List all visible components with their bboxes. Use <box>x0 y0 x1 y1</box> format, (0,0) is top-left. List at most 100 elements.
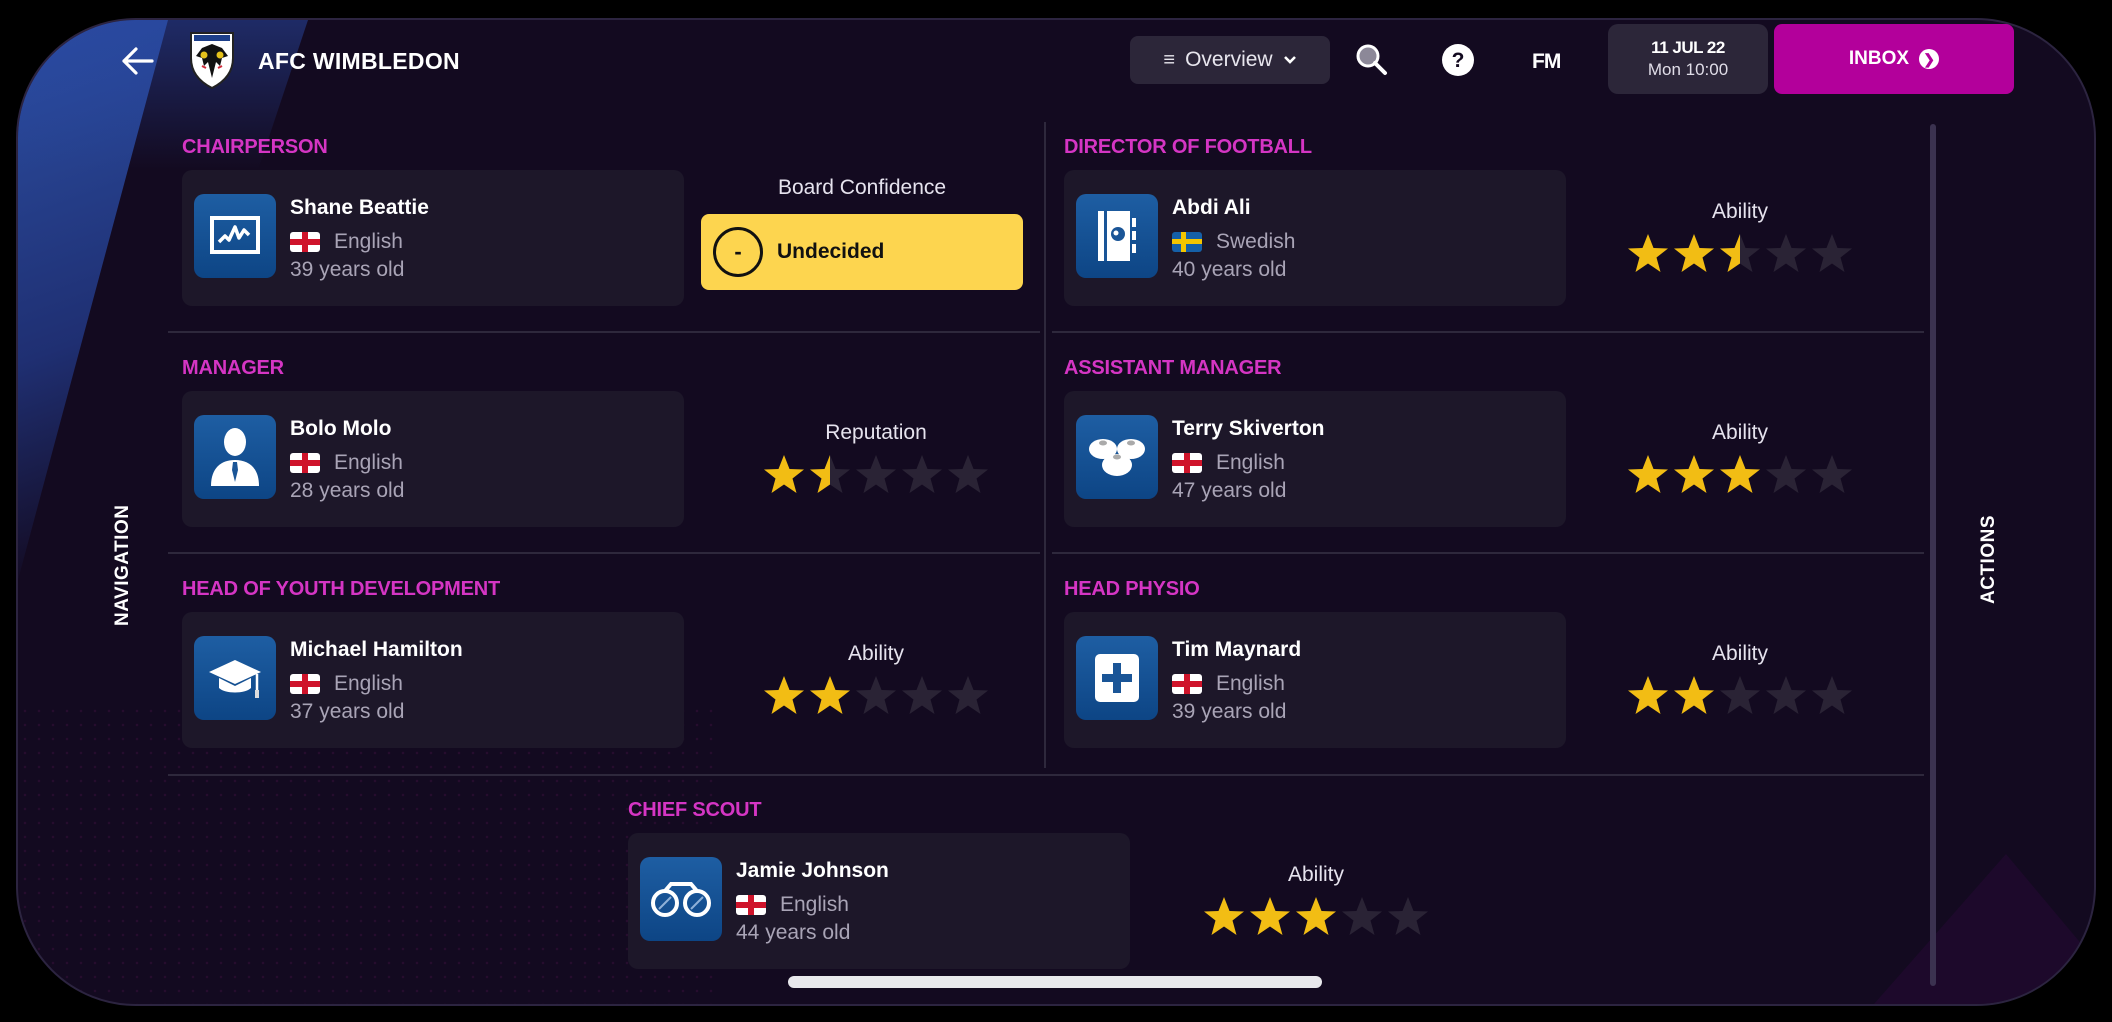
staff-name[interactable]: Abdi Ali <box>1172 196 1251 220</box>
manager-silhouette-icon <box>194 415 276 499</box>
staff-nationality: Swedish <box>1172 230 1295 254</box>
graduation-cap-icon <box>194 636 276 720</box>
training-cones-icon <box>1076 415 1158 499</box>
star-filled-icon <box>1674 234 1714 272</box>
star-rating <box>762 453 990 497</box>
staff-age: 39 years old <box>1172 700 1287 723</box>
star-empty-icon <box>948 676 988 714</box>
search-button[interactable] <box>1352 40 1392 80</box>
menu-icon: ≡ <box>1163 48 1176 71</box>
nationality-label: English <box>334 672 403 695</box>
star-filled-icon <box>764 676 804 714</box>
england-flag-icon <box>290 674 320 694</box>
england-flag-icon <box>290 453 320 473</box>
inbox-label: INBOX <box>1848 48 1910 69</box>
staff-section-chief-scout: CHIEF SCOUT Jamie Johnson English 44 yea… <box>628 799 1428 969</box>
staff-name[interactable]: Tim Maynard <box>1172 638 1301 662</box>
star-empty-icon <box>856 455 896 493</box>
staff-name[interactable]: Bolo Molo <box>290 417 391 441</box>
nationality-label: English <box>780 893 849 916</box>
svg-text:?: ? <box>1452 49 1465 72</box>
metric-label: Ability <box>1711 421 1769 444</box>
nationality-label: English <box>1216 451 1285 474</box>
divider <box>168 552 1040 554</box>
divider <box>1044 122 1046 768</box>
staff-age: 47 years old <box>1172 479 1287 502</box>
england-flag-icon <box>736 895 766 915</box>
staff-name[interactable]: Shane Beattie <box>290 196 429 220</box>
staff-section-chairperson: CHAIRPERSON Shane Beattie English 39 yea… <box>182 136 1023 306</box>
star-empty-icon <box>1720 676 1760 714</box>
date-time-display[interactable]: 11 JUL 22 Mon 10:00 <box>1608 24 1768 94</box>
star-filled-icon <box>1628 234 1668 272</box>
staff-card[interactable]: Terry Skiverton English 47 years old <box>1064 391 1566 527</box>
chart-monitor-icon <box>194 194 276 278</box>
staff-age: 37 years old <box>290 700 405 723</box>
actions-panel-toggle[interactable]: ACTIONS <box>1978 515 2000 604</box>
staff-nationality: English <box>290 230 403 254</box>
home-indicator[interactable] <box>788 976 1322 988</box>
staff-nationality: English <box>1172 451 1285 475</box>
staff-section-director-of-football: DIRECTOR OF FOOTBALL Abdi Ali Swedish 40… <box>1064 136 1852 306</box>
staff-name[interactable]: Michael Hamilton <box>290 638 463 662</box>
staff-card[interactable]: Tim Maynard English 39 years old <box>1064 612 1566 748</box>
divider <box>168 331 1040 333</box>
binoculars-icon <box>640 857 722 941</box>
staff-age: 39 years old <box>290 258 405 281</box>
star-half-icon <box>1720 234 1760 272</box>
staff-nationality: English <box>290 672 403 696</box>
star-empty-icon <box>1766 455 1806 493</box>
star-empty-icon <box>1388 897 1428 935</box>
ability-rating: Ability <box>716 642 1036 718</box>
star-half-icon <box>810 455 850 493</box>
staff-section-head-of-youth-development: HEAD OF YOUTH DEVELOPMENT Michael Hamilt… <box>182 578 988 748</box>
section-title: HEAD PHYSIO <box>1064 578 1200 600</box>
back-button[interactable] <box>114 38 160 84</box>
star-empty-icon <box>948 455 988 493</box>
search-icon <box>1356 44 1387 75</box>
staff-card[interactable]: Jamie Johnson English 44 years old <box>628 833 1130 969</box>
star-rating <box>1202 895 1430 939</box>
club-name[interactable]: AFC WIMBLEDON <box>258 48 460 75</box>
view-selector-dropdown[interactable]: ≡ Overview <box>1130 36 1330 84</box>
staff-age: 28 years old <box>290 479 405 502</box>
star-rating <box>1626 674 1854 718</box>
fm-logo[interactable]: FM <box>1532 50 1561 74</box>
star-rating <box>1626 453 1854 497</box>
star-empty-icon <box>1342 897 1382 935</box>
nationality-label: English <box>334 230 403 253</box>
divider <box>1052 331 1924 333</box>
star-empty-icon <box>1812 455 1852 493</box>
star-empty-icon <box>1812 676 1852 714</box>
section-title: HEAD OF YOUTH DEVELOPMENT <box>182 578 500 600</box>
staff-card[interactable]: Abdi Ali Swedish 40 years old <box>1064 170 1566 306</box>
metric-label: Ability <box>847 642 905 665</box>
staff-nationality: English <box>290 451 403 475</box>
star-empty-icon <box>1766 676 1806 714</box>
help-button[interactable]: ? <box>1438 40 1478 80</box>
staff-name[interactable]: Jamie Johnson <box>736 859 889 883</box>
staff-card[interactable]: Michael Hamilton English 37 years old <box>182 612 684 748</box>
metric-label: Reputation <box>825 421 927 444</box>
chevron-right-circle-icon: ❯ <box>1919 49 1940 69</box>
staff-card[interactable]: Bolo Molo English 28 years old <box>182 391 684 527</box>
club-badge[interactable] <box>188 30 236 90</box>
ability-rating: Ability <box>1156 863 1476 939</box>
inbox-button[interactable]: INBOX ❯ <box>1774 24 2014 94</box>
section-title: MANAGER <box>182 357 284 379</box>
staff-card[interactable]: Shane Beattie English 39 years old <box>182 170 684 306</box>
ability-rating: Ability <box>1580 421 1900 497</box>
board-confidence: Board Confidence - Undecided <box>696 176 1028 290</box>
arrow-left-icon <box>122 47 154 75</box>
staff-age: 44 years old <box>736 921 851 944</box>
board-confidence-status[interactable]: - Undecided <box>701 214 1023 290</box>
board-confidence-value: Undecided <box>777 240 885 263</box>
scrollbar[interactable] <box>1930 124 1936 986</box>
ability-rating: Ability <box>1580 642 1900 718</box>
navigation-panel-toggle[interactable]: NAVIGATION <box>112 505 134 626</box>
nationality-label: Swedish <box>1216 230 1296 253</box>
staff-name[interactable]: Terry Skiverton <box>1172 417 1325 441</box>
star-filled-icon <box>1674 455 1714 493</box>
star-filled-icon <box>1674 676 1714 714</box>
england-flag-icon <box>1172 453 1202 473</box>
